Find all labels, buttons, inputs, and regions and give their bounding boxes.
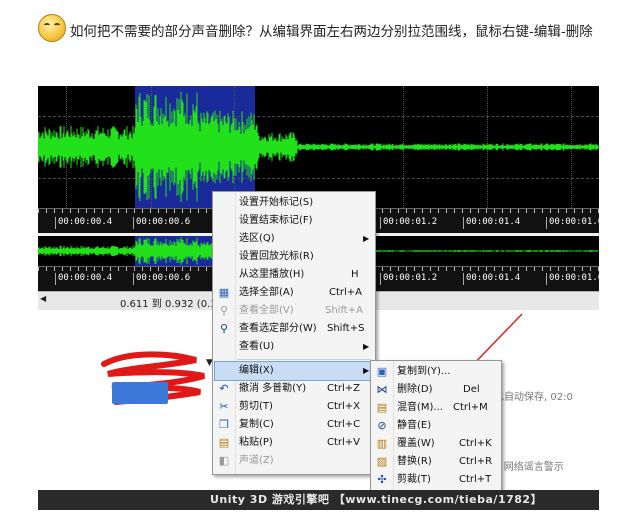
ruler-tick-label: 00:00:01.4 [462, 273, 521, 285]
menu-item-set-start-mark[interactable]: 设置开始标记(S) [215, 194, 373, 212]
menu-item-set-playback-cursor[interactable]: 设置回放光标(R) [215, 248, 373, 266]
menu-item-cut[interactable]: ✂ 剪切(T) Ctrl+X [215, 398, 373, 416]
paste-icon: ▤ [218, 436, 230, 449]
menu-separator [237, 359, 371, 360]
menu-item-set-end-mark[interactable]: 设置结束标记(F) [215, 212, 373, 230]
menu-item-channel[interactable]: ◧ 声道(Z) [215, 452, 373, 470]
editor-screenshot: 00:00:00.4 00:00:00.6 00:00:01.2 00:00:0… [38, 86, 599, 510]
overwrite-icon: ▥ [376, 437, 388, 450]
submenu-arrow-icon: ▶ [363, 366, 370, 375]
ruler-tick-label: 00:00:01.6 [545, 217, 599, 229]
copy-to-icon: ▣ [376, 365, 388, 378]
submenu-item-overwrite[interactable]: ▥ 覆盖(W) Ctrl+K [373, 435, 499, 453]
submenu-item-replace[interactable]: ▨ 替换(R) Ctrl+R [373, 453, 499, 471]
select-all-icon: ▦ [218, 286, 230, 299]
ruler-tick-label: 00:00:00.4 [54, 273, 113, 285]
menu-item-edit[interactable]: 编辑(X) ▶ [214, 361, 374, 381]
submenu-item-copy-to[interactable]: ▣ 复制到(Y)... [373, 363, 499, 381]
smiley-emoticon-icon [38, 14, 66, 42]
delete-icon: ⋈ [376, 383, 388, 396]
submenu-arrow-icon: ▶ [363, 342, 370, 351]
menu-item-view-selection[interactable]: ⚲ 查看选定部分(W) Shift+S [215, 320, 373, 338]
waveform-main[interactable] [38, 86, 599, 208]
submenu-item-mix[interactable]: ▤ 混音(M)... Ctrl+M [373, 399, 499, 417]
scissors-icon: ✂ [219, 400, 229, 413]
trim-icon: ✣ [377, 473, 387, 486]
zoom-in-icon: ⚲ [219, 322, 229, 335]
channel-icon: ◧ [218, 454, 230, 467]
context-menu: 设置开始标记(S) 设置结束标记(F) 选区(Q) ▶ 设置回放光标(R) 从这里… [212, 191, 376, 475]
undo-icon: ↶ [219, 382, 229, 395]
edit-submenu: ▣ 复制到(Y)... ⋈ 删除(D) Del ▤ 混音(M)... Ctrl+M ⊘ 静音… [370, 360, 502, 494]
submenu-arrow-icon: ▶ [363, 234, 370, 243]
ruler-tick-label: 00:00:00.6 [132, 273, 191, 285]
ruler-tick-label: 00:00:00.6 [132, 217, 191, 229]
ruler-tick-label: 00:00:01.4 [462, 217, 521, 229]
menu-item-view[interactable]: 查看(U) ▶ [215, 338, 373, 356]
caret-left-icon[interactable]: ◀ [40, 294, 46, 303]
menu-item-copy[interactable]: ❐ 复制(C) Ctrl+C [215, 416, 373, 434]
menu-item-select-all[interactable]: ▦ 选择全部(A) Ctrl+A [215, 284, 373, 302]
submenu-item-trim[interactable]: ✣ 剪裁(T) Ctrl+T [373, 471, 499, 489]
menu-item-play-from-here[interactable]: 从这里播放(H) H [215, 266, 373, 284]
watermark-text: Unity 3D 游戏引擎吧 【www.tinecg.com/tieba/178… [210, 493, 543, 506]
menu-item-selection[interactable]: 选区(Q) ▶ [215, 230, 373, 248]
ruler-tick-label: 00:00:00.4 [54, 217, 113, 229]
waveform-trace [38, 91, 599, 203]
copy-icon: ❐ [219, 418, 229, 431]
submenu-item-mute[interactable]: ⊘ 静音(E) [373, 417, 499, 435]
post-text: 如何把不需要的部分声音删除？从编辑界面左右两边分别拉范围线，鼠标右键-编辑-删除 [70, 24, 593, 40]
mute-icon: ⊘ [377, 419, 387, 432]
post-text-block: 如何把不需要的部分声音删除？从编辑界面左右两边分别拉范围线，鼠标右键-编辑-删除 [38, 14, 604, 43]
zoom-out-icon: ⚲ [219, 304, 229, 317]
ruler-tick-label: 00:00:01.2 [379, 273, 438, 285]
replace-icon: ▨ [376, 455, 388, 468]
mix-icon: ▤ [376, 401, 388, 414]
blue-submit-button[interactable] [112, 382, 168, 404]
submenu-item-delete[interactable]: ⋈ 删除(D) Del [373, 381, 499, 399]
ruler-tick-label: 00:00:01.2 [379, 217, 438, 229]
menu-item-undo[interactable]: ↶ 撤消 多普勒(Y) Ctrl+Z [215, 380, 373, 398]
ruler-tick-label: 00:00:01.6 [545, 273, 599, 285]
menu-item-view-all[interactable]: ⚲ 查看全部(V) Shift+A [215, 302, 373, 320]
menu-item-paste[interactable]: ▤ 粘贴(P) Ctrl+V [215, 434, 373, 452]
